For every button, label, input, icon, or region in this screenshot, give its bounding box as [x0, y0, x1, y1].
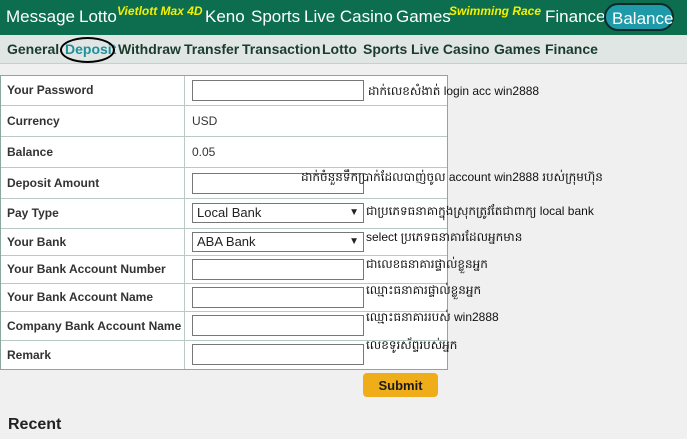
subnav-transfer[interactable]: Transfer	[184, 41, 239, 57]
pay-type-label: Pay Type	[1, 199, 185, 228]
account-name-input[interactable]	[192, 287, 364, 308]
subnav-transaction[interactable]: Transaction	[242, 41, 321, 57]
deposit-amount-label: Deposit Amount	[1, 168, 185, 198]
your-bank-value: ABA Bank	[197, 234, 256, 249]
promo-swimming-race[interactable]: Swimming Race	[449, 4, 541, 18]
account-number-input[interactable]	[192, 259, 364, 280]
note-your-bank: select ប្រភេទធនាគារដែលអ្នកមាន	[366, 230, 523, 244]
nav-keno[interactable]: Keno	[205, 7, 245, 27]
nav-balance-label: Balance	[612, 9, 674, 28]
chevron-down-icon: ▼	[349, 236, 359, 247]
your-bank-select[interactable]: ABA Bank ▼	[192, 232, 364, 252]
note-company-account: ឈ្មោះធនាគាររបស់ win2888	[366, 310, 499, 324]
submit-button[interactable]: Submit	[363, 373, 438, 397]
nav-sports[interactable]: Sports	[251, 7, 300, 27]
nav-message[interactable]: Message	[6, 7, 75, 27]
company-account-label: Company Bank Account Name	[1, 312, 185, 340]
top-nav: Message Lotto Vietlott Max 4D Keno Sport…	[0, 0, 687, 35]
nav-finance[interactable]: Finance	[545, 7, 605, 27]
nav-games[interactable]: Games	[396, 7, 451, 27]
currency-value: USD	[192, 114, 218, 128]
subnav-general[interactable]: General	[7, 41, 59, 57]
chevron-down-icon: ▼	[349, 207, 359, 218]
password-input[interactable]	[192, 80, 364, 101]
recent-heading: Recent	[8, 416, 62, 433]
note-account-name: ឈ្មោះធនាគារផ្ទាល់ខ្លួនអ្នក	[366, 283, 482, 297]
note-pay-type: ជាប្រភេទធនាគាក្នុងស្រុកត្រូវតែជាពាក្យ lo…	[366, 204, 594, 218]
nav-lotto[interactable]: Lotto	[79, 7, 117, 27]
sub-nav: General Deposit Withdraw Transfer Transa…	[0, 35, 687, 64]
pay-type-value: Local Bank	[197, 205, 262, 220]
subnav-withdraw[interactable]: Withdraw	[118, 41, 181, 57]
currency-label: Currency	[1, 106, 185, 136]
pay-type-select[interactable]: Local Bank ▼	[192, 203, 364, 223]
note-password: ដាក់លេខសំងាត់ login acc win2888	[368, 84, 540, 98]
balance-label: Balance	[1, 137, 185, 167]
note-remark: លេខទូរស័ព្ទរបស់អ្នក	[366, 338, 458, 352]
row-currency: Currency USD	[1, 106, 447, 137]
subnav-sports[interactable]: Sports	[363, 41, 407, 57]
note-deposit-amount: ដាក់ចំនួនទឹកប្រាក់ដែលបាញ់ចូល account win…	[301, 170, 603, 184]
deposit-highlight-circle	[60, 37, 115, 63]
nav-live-casino[interactable]: Live Casino	[304, 7, 393, 27]
account-name-label: Your Bank Account Name	[1, 284, 185, 311]
account-number-label: Your Bank Account Number	[1, 256, 185, 283]
subnav-games[interactable]: Games	[494, 41, 541, 57]
balance-value: 0.05	[192, 145, 216, 159]
remark-input[interactable]	[192, 344, 364, 365]
row-balance: Balance 0.05	[1, 137, 447, 168]
subnav-finance[interactable]: Finance	[545, 41, 598, 57]
subnav-live-casino[interactable]: Live Casino	[411, 41, 490, 57]
note-account-number: ជាលេខធនាគារផ្ទាល់ខ្លួនអ្នក	[366, 257, 488, 271]
company-account-input[interactable]	[192, 315, 364, 336]
your-bank-label: Your Bank	[1, 229, 185, 255]
subnav-lotto[interactable]: Lotto	[322, 41, 357, 57]
password-label: Your Password	[1, 76, 185, 105]
nav-balance[interactable]: Balance	[604, 3, 674, 31]
promo-vietlott[interactable]: Vietlott Max 4D	[117, 4, 203, 18]
remark-label: Remark	[1, 341, 185, 369]
